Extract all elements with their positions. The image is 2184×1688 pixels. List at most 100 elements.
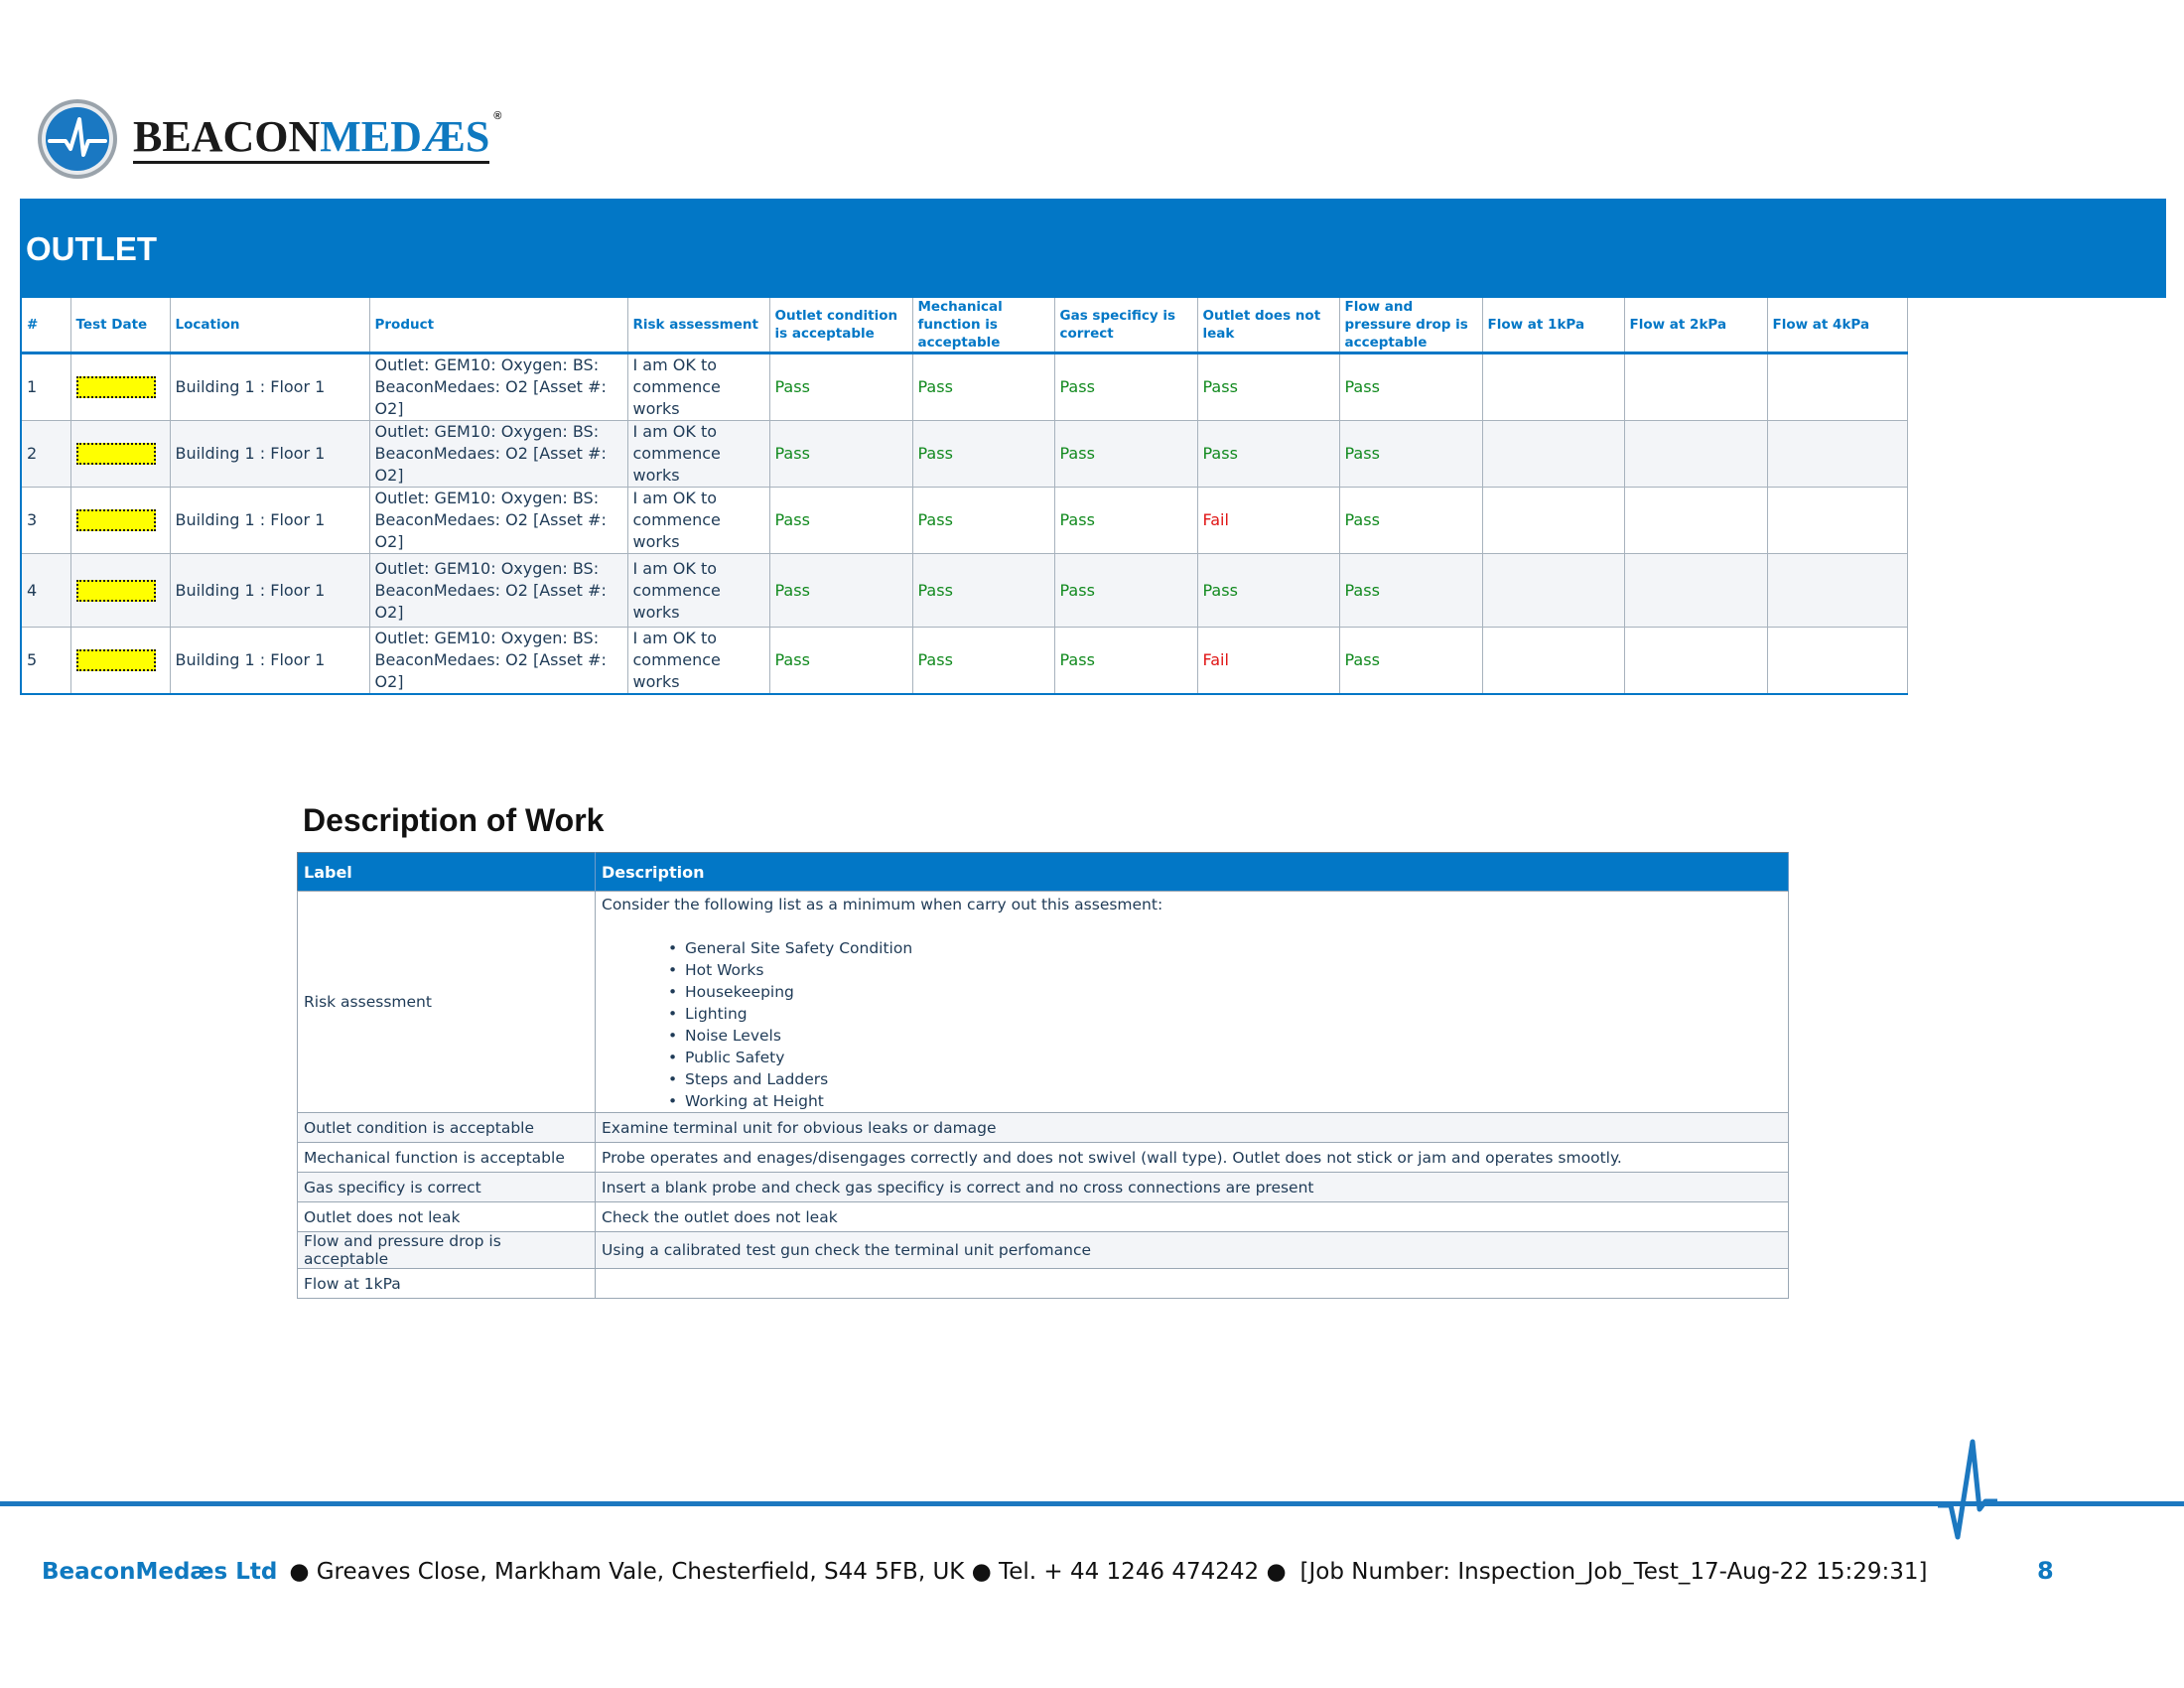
status-cell: Pass bbox=[1339, 553, 1483, 628]
description-cell: Probe operates and enages/disengages cor… bbox=[595, 1142, 1789, 1173]
table-header-row: # Test Date Location Product Risk assess… bbox=[21, 298, 1908, 354]
status-cell: Pass bbox=[1054, 627, 1198, 695]
status-cell: Pass bbox=[912, 487, 1055, 554]
status-cell: Pass bbox=[1054, 553, 1198, 628]
location-cell: Building 1 : Floor 1 bbox=[170, 352, 370, 421]
description-cell: Insert a blank probe and check gas speci… bbox=[595, 1172, 1789, 1202]
status-cell: Pass bbox=[1054, 487, 1198, 554]
label-cell: Flow and pressure drop is acceptable bbox=[297, 1231, 596, 1269]
job-number: [Job Number: Inspection_Job_Test_17-Aug-… bbox=[1299, 1559, 1928, 1585]
flow-cell bbox=[1624, 553, 1768, 628]
status-cell: Pass bbox=[769, 553, 913, 628]
risk-cell: I am OK to commence works bbox=[627, 627, 770, 695]
flow-cell bbox=[1482, 352, 1625, 421]
status-cell: Pass bbox=[1197, 553, 1340, 628]
description-row: Risk assessment Consider the following l… bbox=[297, 891, 1789, 1113]
description-row: Mechanical function is acceptable Probe … bbox=[297, 1142, 1789, 1173]
footer-text: BeaconMedæs Ltd ● Greaves Close, Markham … bbox=[42, 1559, 1928, 1585]
label-cell: Flow at 1kPa bbox=[297, 1268, 596, 1299]
label-cell: Outlet condition is acceptable bbox=[297, 1112, 596, 1143]
footer-rule bbox=[0, 1501, 2184, 1506]
list-item: Lighting bbox=[668, 1003, 1782, 1025]
column-header: Flow and pressure drop is acceptable bbox=[1339, 298, 1483, 354]
status-cell: Pass bbox=[1054, 420, 1198, 488]
status-cell: Pass bbox=[1339, 420, 1483, 488]
description-row: Flow at 1kPa bbox=[297, 1268, 1789, 1299]
column-header: Outlet condition is acceptable bbox=[769, 298, 913, 354]
column-header: Risk assessment bbox=[627, 298, 770, 354]
table-row: 4 Building 1 : Floor 1 Outlet: GEM10: Ox… bbox=[21, 553, 1908, 628]
redacted-date bbox=[75, 649, 156, 672]
status-cell: Pass bbox=[1339, 627, 1483, 695]
flow-cell bbox=[1482, 420, 1625, 488]
status-cell: Pass bbox=[1339, 487, 1483, 554]
description-row: Outlet does not leak Check the outlet do… bbox=[297, 1201, 1789, 1232]
status-cell: Fail bbox=[1197, 487, 1340, 554]
product-cell: Outlet: GEM10: Oxygen: BS: BeaconMedaes: … bbox=[369, 352, 628, 421]
flow-cell bbox=[1482, 627, 1625, 695]
column-header: Product bbox=[369, 298, 628, 354]
flow-cell bbox=[1767, 420, 1908, 488]
description-row: Outlet condition is acceptable Examine t… bbox=[297, 1112, 1789, 1143]
product-cell: Outlet: GEM10: Oxygen: BS: BeaconMedaes: … bbox=[369, 627, 628, 695]
test-date-cell bbox=[70, 553, 171, 628]
logo-wordmark: BEACONMEDÆS ® bbox=[133, 110, 501, 164]
column-header: Outlet does not leak bbox=[1197, 298, 1340, 354]
page-number: 8 bbox=[2037, 1557, 2054, 1585]
pulse-logo-icon bbox=[38, 99, 117, 179]
flow-cell bbox=[1767, 553, 1908, 628]
risk-cell: I am OK to commence works bbox=[627, 487, 770, 554]
status-cell: Pass bbox=[769, 352, 913, 421]
flow-cell bbox=[1482, 487, 1625, 554]
flow-cell bbox=[1767, 627, 1908, 695]
outlet-table: # Test Date Location Product Risk assess… bbox=[20, 298, 1908, 695]
location-cell: Building 1 : Floor 1 bbox=[170, 487, 370, 554]
list-item: General Site Safety Condition bbox=[668, 937, 1782, 959]
description-cell bbox=[595, 1268, 1789, 1299]
table-row: 2 Building 1 : Floor 1 Outlet: GEM10: Ox… bbox=[21, 420, 1908, 488]
status-cell: Pass bbox=[912, 627, 1055, 695]
column-header: Location bbox=[170, 298, 370, 354]
test-date-cell bbox=[70, 627, 171, 695]
label-cell: Mechanical function is acceptable bbox=[297, 1142, 596, 1173]
description-table: Label Description Risk assessment Consid… bbox=[297, 852, 1789, 1299]
list-item: Housekeeping bbox=[668, 981, 1782, 1003]
risk-cell: I am OK to commence works bbox=[627, 420, 770, 488]
risk-cell: I am OK to commence works bbox=[627, 352, 770, 421]
column-header: Test Date bbox=[70, 298, 171, 354]
row-number: 2 bbox=[21, 420, 71, 488]
test-date-cell bbox=[70, 487, 171, 554]
company-logo: BEACONMEDÆS ® bbox=[36, 97, 501, 181]
status-cell: Pass bbox=[1197, 352, 1340, 421]
flow-cell bbox=[1624, 487, 1768, 554]
table-row: 5 Building 1 : Floor 1 Outlet: GEM10: Ox… bbox=[21, 627, 1908, 695]
status-cell: Pass bbox=[912, 420, 1055, 488]
flow-cell bbox=[1624, 352, 1768, 421]
description-title: Description of Work bbox=[303, 802, 605, 838]
description-cell: Using a calibrated test gun check the te… bbox=[595, 1231, 1789, 1269]
column-header: # bbox=[21, 298, 71, 354]
risk-checklist: General Site Safety Condition Hot Works … bbox=[602, 937, 1782, 1112]
list-item: Public Safety bbox=[668, 1047, 1782, 1068]
description-cell: Examine terminal unit for obvious leaks … bbox=[595, 1112, 1789, 1143]
row-number: 4 bbox=[21, 553, 71, 628]
status-cell: Fail bbox=[1197, 627, 1340, 695]
table-row: 1 Building 1 : Floor 1 Outlet: GEM10: Ox… bbox=[21, 352, 1908, 421]
description-header-row: Label Description bbox=[297, 852, 1789, 892]
pulse-line-icon bbox=[1938, 1439, 1997, 1540]
section-title: OUTLET bbox=[26, 230, 157, 267]
product-cell: Outlet: GEM10: Oxygen: BS: BeaconMedaes: … bbox=[369, 553, 628, 628]
label-cell: Risk assessment bbox=[297, 891, 596, 1113]
column-header: Flow at 4kPa bbox=[1767, 298, 1908, 354]
company-name: BeaconMedæs Ltd bbox=[42, 1559, 278, 1585]
flow-cell bbox=[1767, 487, 1908, 554]
location-cell: Building 1 : Floor 1 bbox=[170, 420, 370, 488]
list-item: Working at Height bbox=[668, 1090, 1782, 1112]
status-cell: Pass bbox=[769, 420, 913, 488]
flow-cell bbox=[1624, 627, 1768, 695]
label-cell: Gas specificy is correct bbox=[297, 1172, 596, 1202]
status-cell: Pass bbox=[769, 487, 913, 554]
risk-intro: Consider the following list as a minimum… bbox=[602, 896, 1163, 914]
product-cell: Outlet: GEM10: Oxygen: BS: BeaconMedaes: … bbox=[369, 420, 628, 488]
redacted-date bbox=[75, 376, 156, 399]
